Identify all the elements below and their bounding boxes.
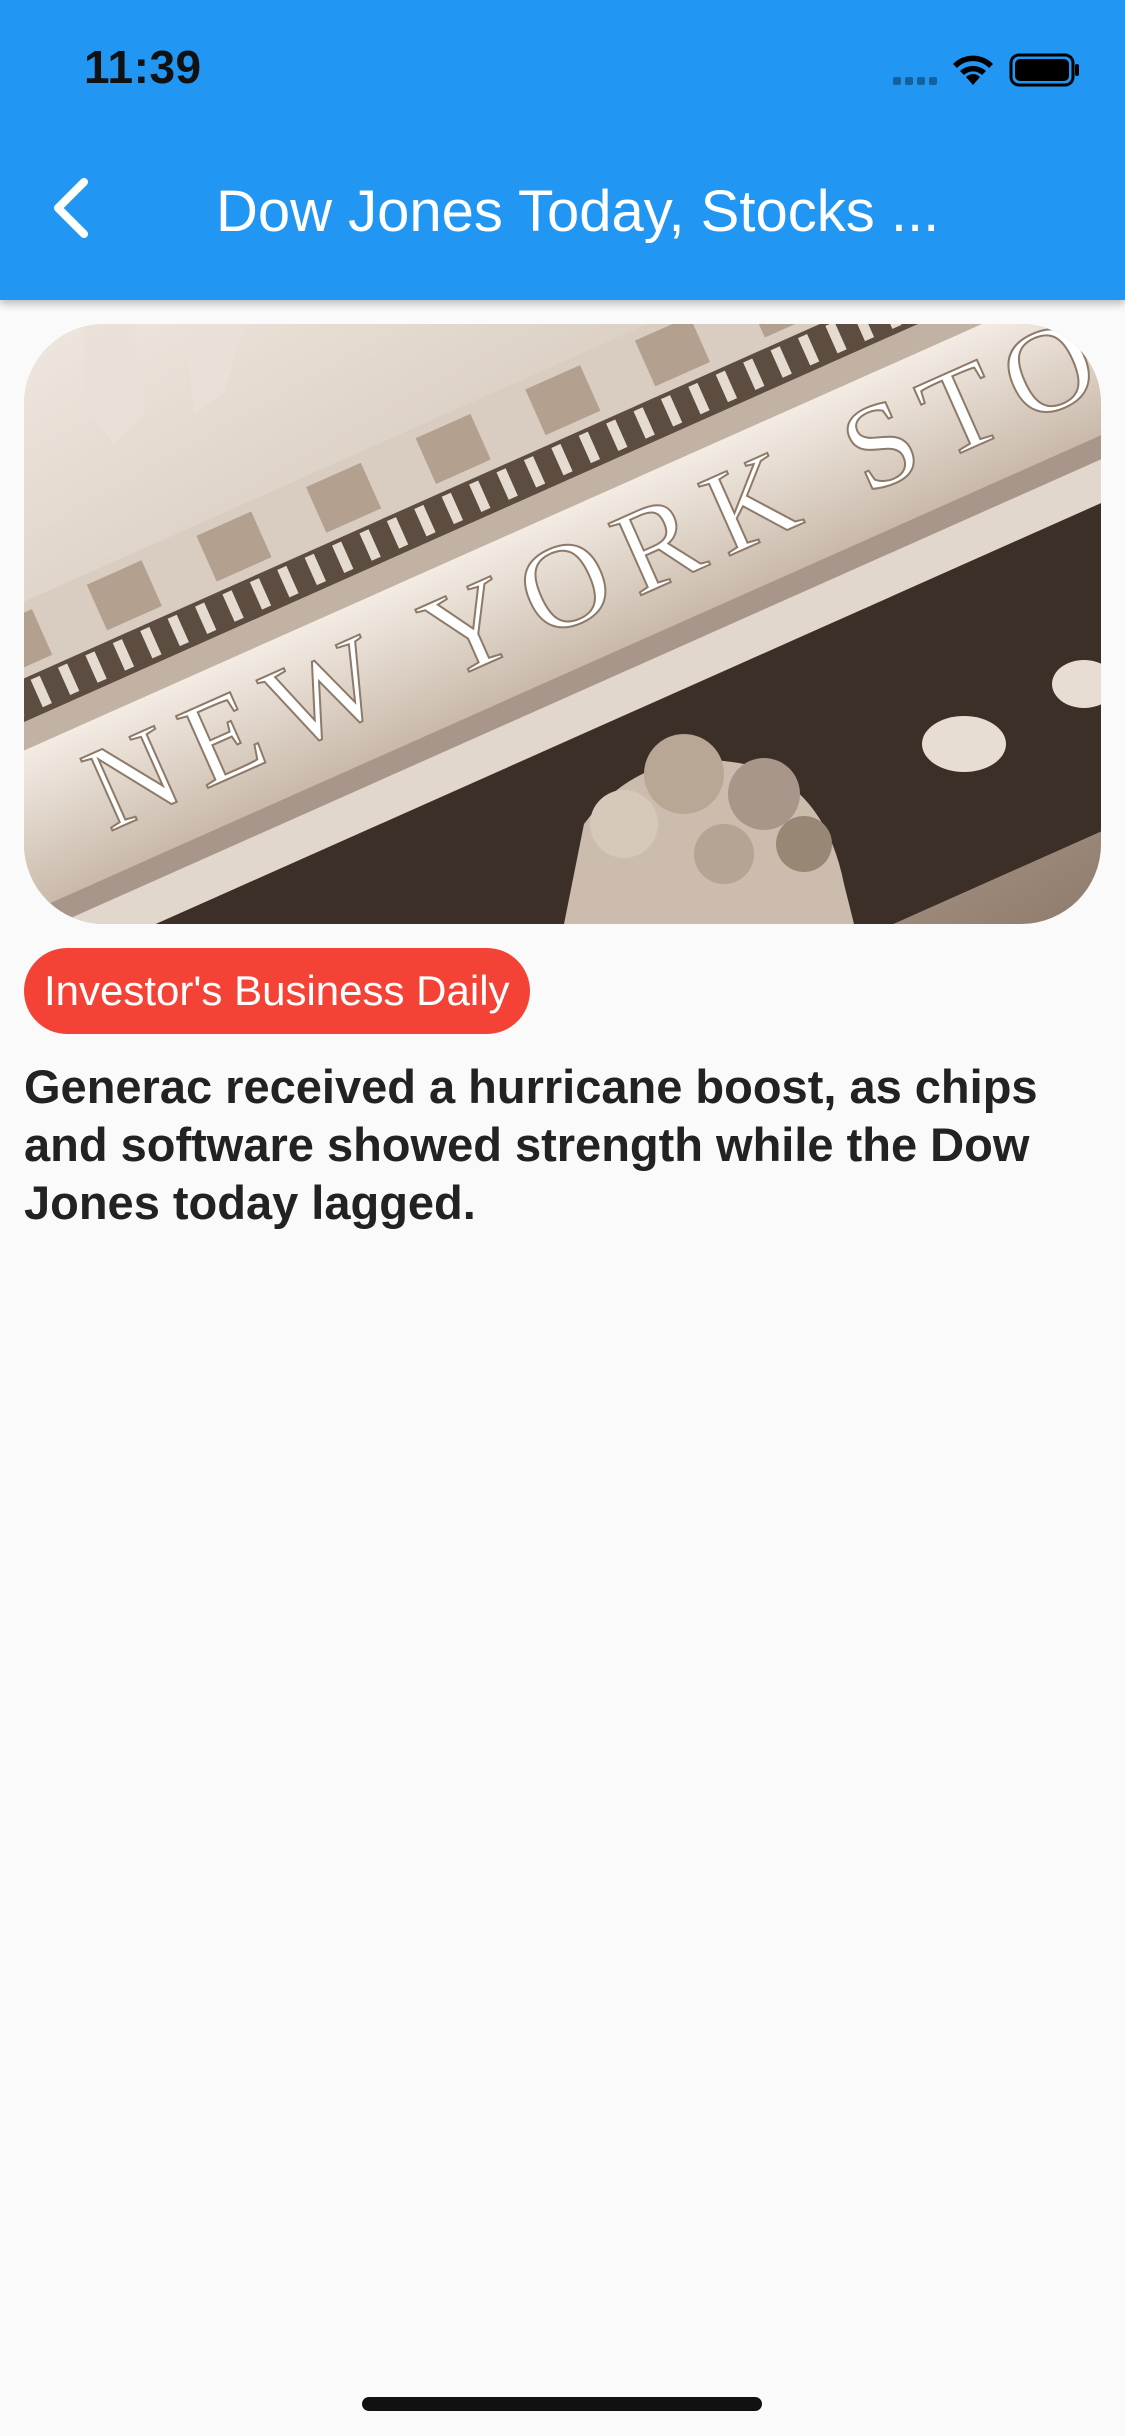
stock-exchange-facade-image: NEW YORK STOCK bbox=[24, 324, 1101, 924]
article-screen: 11:39 Dow Jones Today, Stocks ... NEW YO… bbox=[0, 0, 1125, 2436]
app-bar: 11:39 Dow Jones Today, Stocks ... bbox=[0, 0, 1125, 300]
source-badge[interactable]: Investor's Business Daily bbox=[24, 948, 530, 1034]
article-image[interactable]: NEW YORK STOCK bbox=[24, 324, 1101, 924]
status-icons bbox=[893, 50, 1081, 90]
chevron-left-icon bbox=[48, 176, 92, 245]
status-time: 11:39 bbox=[84, 41, 202, 93]
battery-icon bbox=[1009, 52, 1081, 88]
page-title: Dow Jones Today, Stocks ... bbox=[216, 179, 940, 244]
article-headline: Generac received a hurricane boost, as c… bbox=[24, 1060, 1038, 1229]
wifi-icon bbox=[951, 53, 995, 87]
home-indicator[interactable] bbox=[362, 2397, 762, 2411]
signal-icon bbox=[893, 55, 937, 85]
back-button[interactable] bbox=[30, 170, 110, 250]
